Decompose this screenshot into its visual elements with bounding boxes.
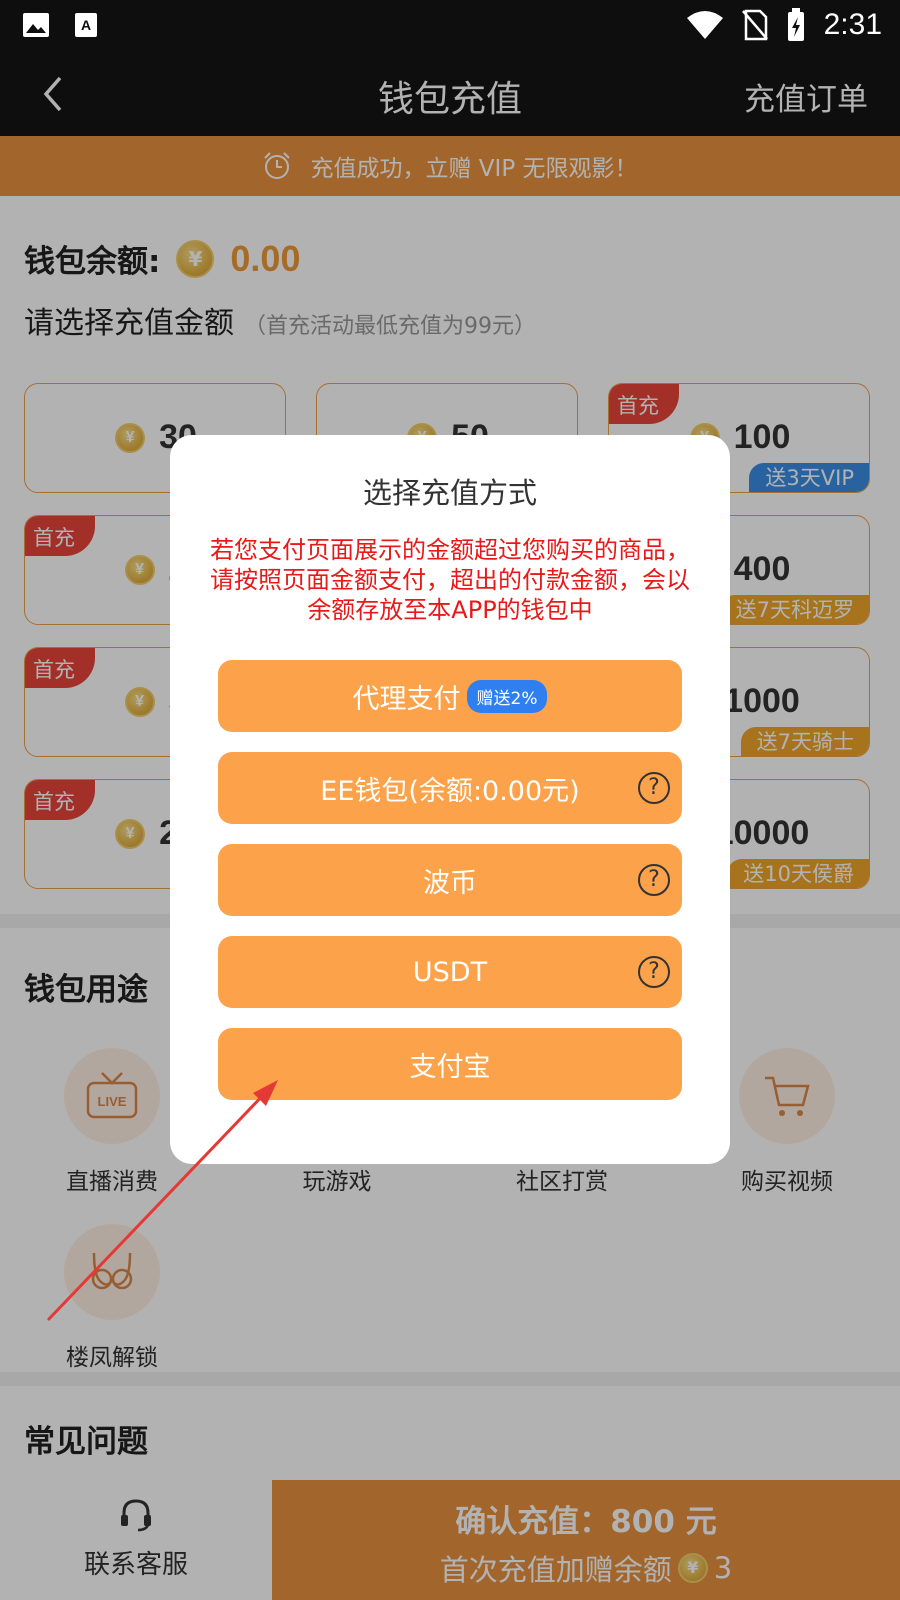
pay-method-label: 代理支付 xyxy=(352,683,461,715)
text-icon: A xyxy=(75,13,97,37)
help-icon[interactable]: ? xyxy=(638,772,670,804)
battery-charging-icon xyxy=(787,8,804,41)
help-icon[interactable]: ? xyxy=(638,956,670,988)
pay-ee-wallet-button[interactable]: EE钱包(余额:0.00元) ? xyxy=(218,752,682,824)
status-bar: A 2:31 xyxy=(0,0,900,50)
dialog-title: 选择充值方式 xyxy=(362,476,537,510)
payment-method-dialog: 选择充值方式 若您支付页面展示的金额超过您购买的商品，请按照页面金额支付，超出的… xyxy=(170,435,730,1164)
wifi-icon xyxy=(686,11,723,39)
pay-method-label: USDT xyxy=(412,956,488,988)
help-icon[interactable]: ? xyxy=(638,864,670,896)
pay-agent-button[interactable]: 代理支付 赠送2% xyxy=(218,660,682,732)
dialog-warning: 若您支付页面展示的金额超过您购买的商品，请按照页面金额支付，超出的付款金额，会以… xyxy=(210,536,690,624)
clock: 2:31 xyxy=(823,8,882,41)
pay-usdt-button[interactable]: USDT ? xyxy=(218,936,682,1008)
pay-alipay-button[interactable]: 支付宝 xyxy=(218,1028,682,1100)
pay-method-label: 支付宝 xyxy=(409,1051,491,1083)
svg-text:A: A xyxy=(81,17,91,33)
bonus-badge: 赠送2% xyxy=(466,679,548,713)
image-icon xyxy=(23,13,49,37)
pay-method-label: EE钱包(余额:0.00元) xyxy=(320,775,580,807)
no-sim-icon xyxy=(741,9,768,41)
pay-bobi-button[interactable]: 波币 ? xyxy=(218,844,682,916)
pay-method-label: 波币 xyxy=(423,867,477,899)
